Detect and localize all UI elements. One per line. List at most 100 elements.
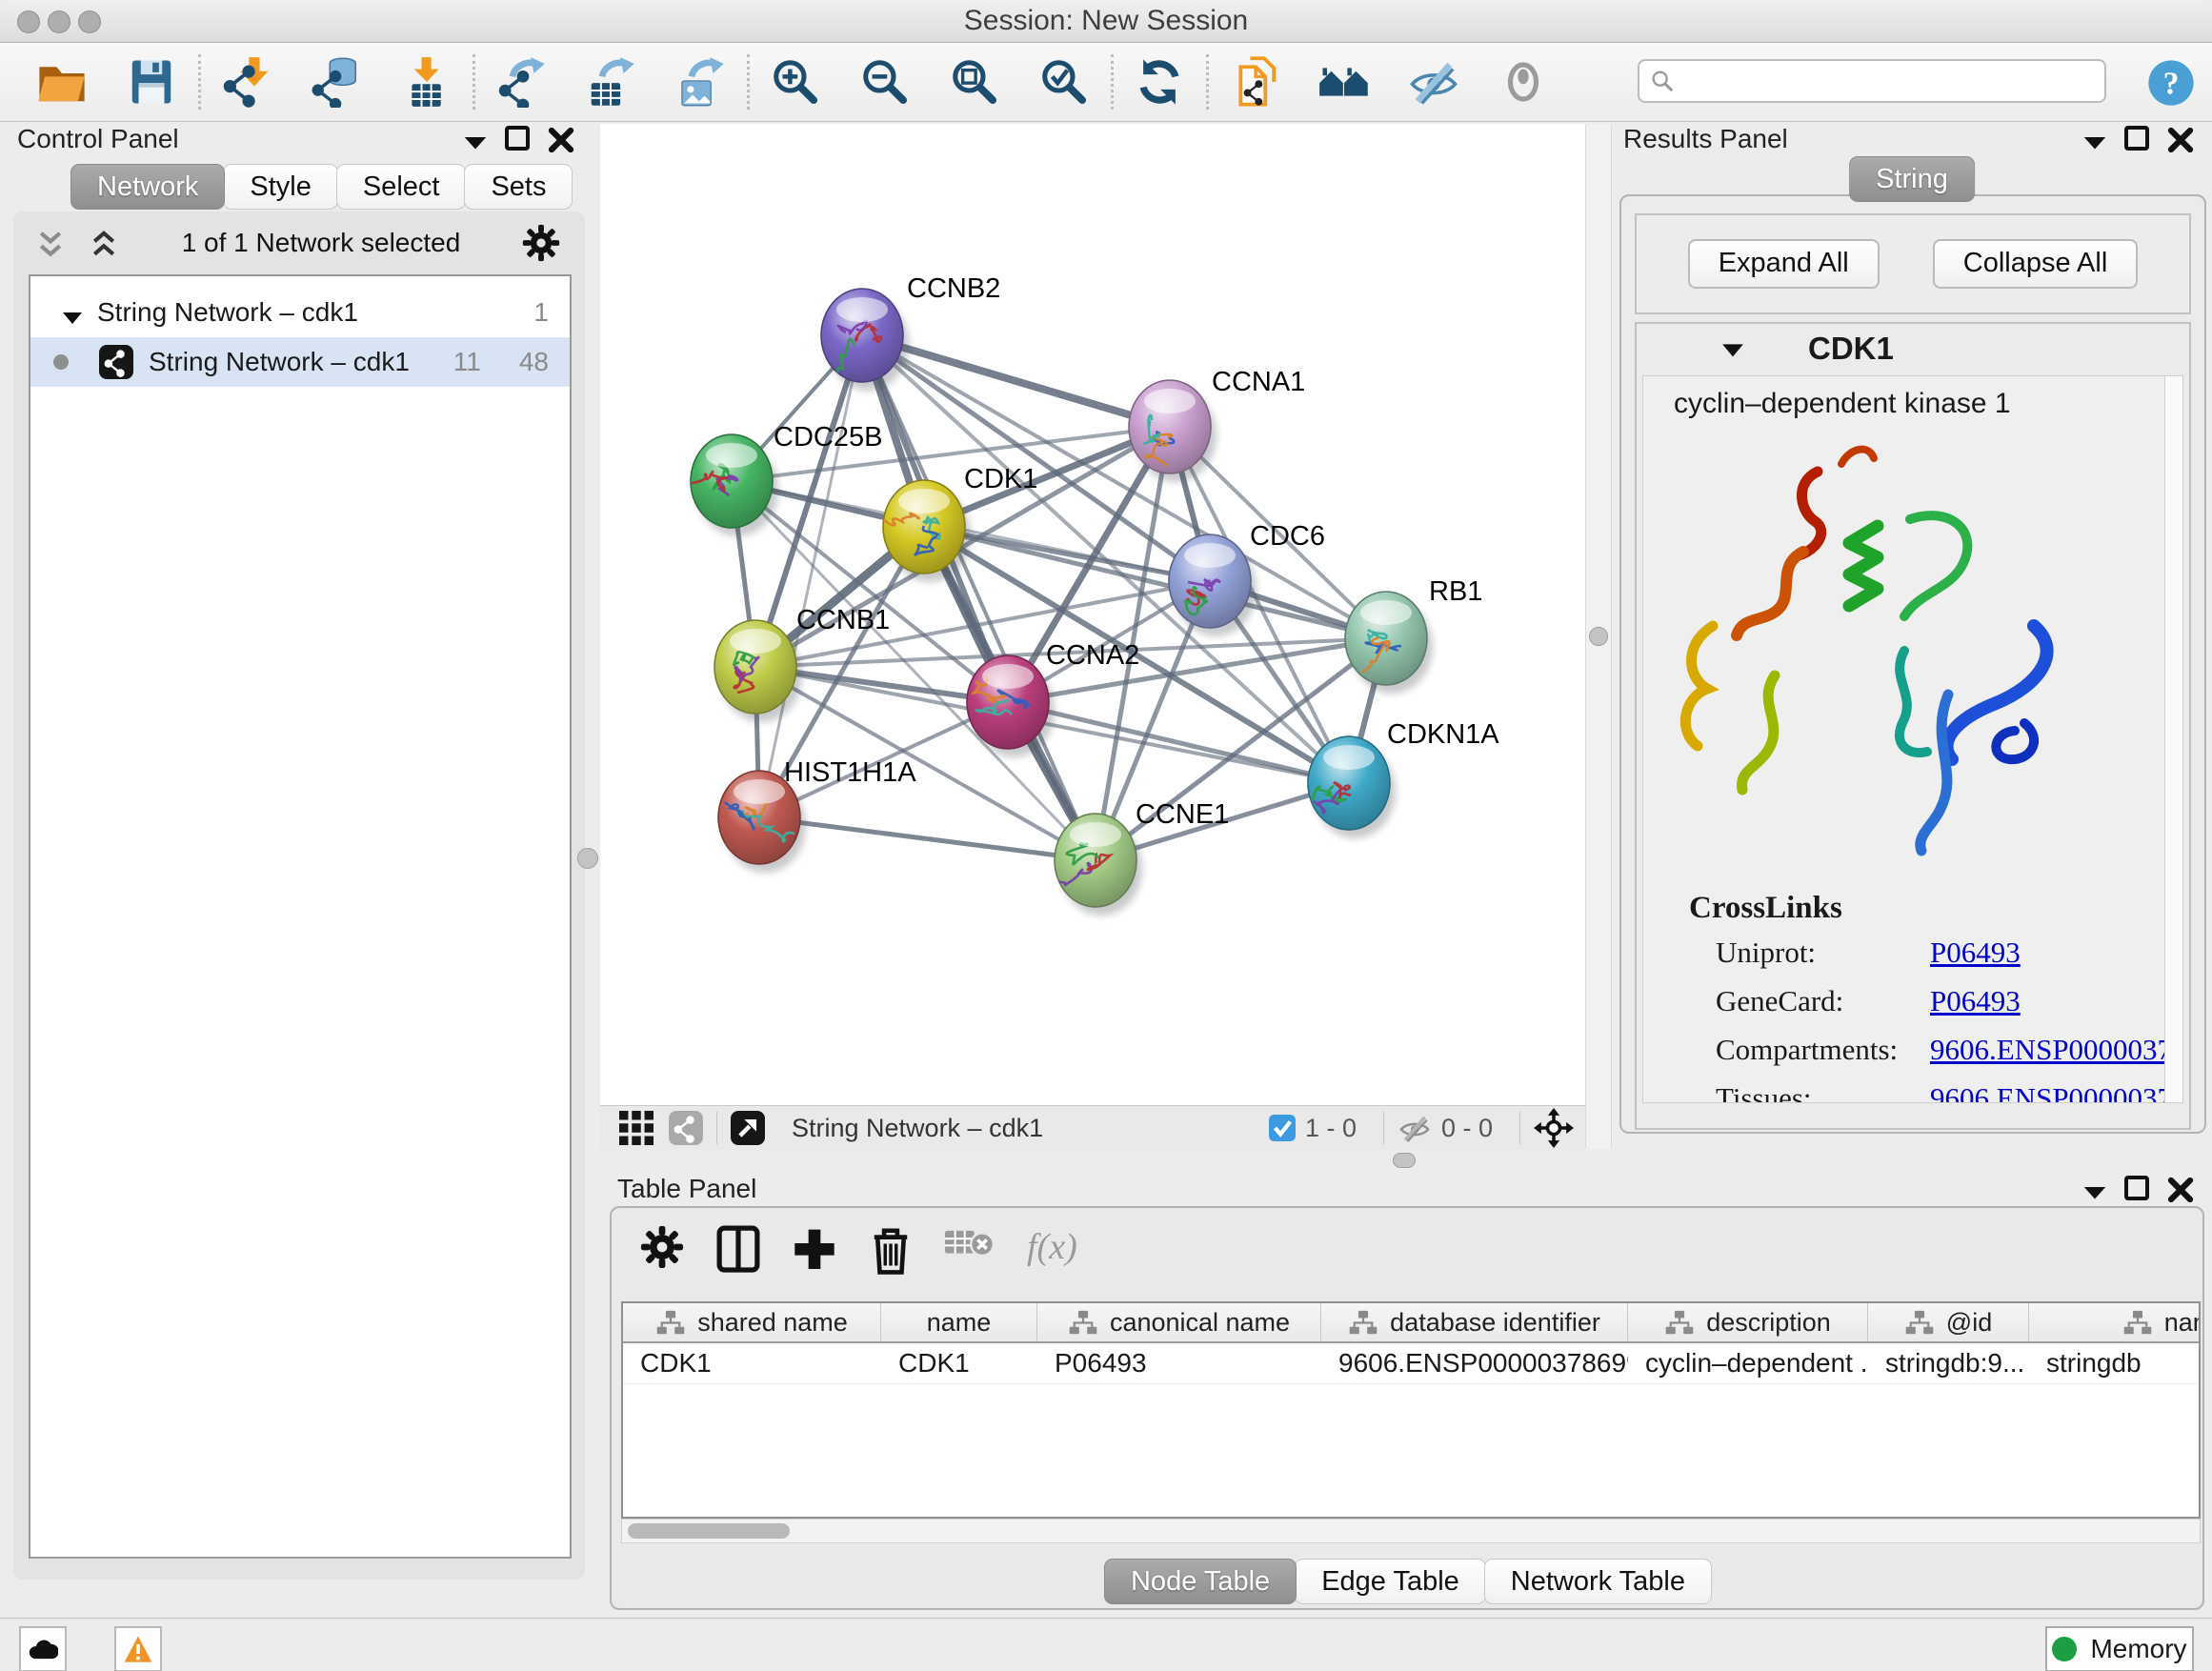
zoom-in-button[interactable] [770,56,821,108]
control-panel-menu-caret-icon[interactable] [461,128,490,156]
cell-canonicalname[interactable]: P06493 [1037,1343,1321,1383]
network-list-item[interactable]: String Network – cdk1 1 [30,288,570,337]
string-protein-query-button[interactable] [1229,56,1280,108]
search-box[interactable] [1638,59,2106,103]
crosslink-link[interactable]: 9606.ENSP00000378699 [1930,1033,2183,1067]
hidden-eye-icon[interactable] [1398,1111,1432,1145]
export-image-button[interactable] [674,56,726,108]
current-network-name: String Network – cdk1 [792,1114,1043,1143]
cell-description[interactable]: cyclin–dependent ... [1628,1343,1868,1383]
crosslink-row: Compartments: 9606.ENSP00000378699 [1689,1033,2183,1067]
table-panel-float-icon[interactable] [2124,1176,2153,1204]
export-network-button[interactable] [495,56,547,108]
selected-nodes-checkbox[interactable] [1269,1115,1296,1141]
export-table-button[interactable] [585,56,636,108]
edge-CCNB2-HIST1H1A[interactable] [759,335,862,817]
refresh-layout-button[interactable] [1134,56,1185,108]
network-list-item[interactable]: String Network – cdk1 11 48 [30,337,570,387]
tab-network[interactable]: Network [70,164,225,210]
collection-caret-icon[interactable] [61,303,84,322]
cell-sharedname[interactable]: CDK1 [623,1343,881,1383]
zoom-selected-button[interactable] [1038,56,1090,108]
table-panel-close-icon[interactable] [2166,1176,2195,1204]
hidden-count: 0 - 0 [1441,1114,1493,1143]
column-header-description[interactable]: description [1628,1303,1868,1341]
node-CCNA2[interactable]: CCNA2 [967,640,1139,757]
table-panel-menu-caret-icon[interactable] [2081,1178,2109,1206]
graphics-details-button[interactable] [1498,56,1549,108]
cell-name[interactable]: CDK1 [881,1343,1037,1383]
crosslink-link[interactable]: P06493 [1930,936,2021,970]
cell-databaseidentifier[interactable]: 9606.ENSP00000378699 [1321,1343,1628,1383]
table-horizontal-scrollbar[interactable] [621,1519,2201,1543]
memory-button[interactable]: Memory [2045,1626,2194,1671]
network-manager-gear-icon[interactable] [522,224,560,262]
network-badge-icon[interactable] [669,1111,703,1145]
table-row[interactable]: CDK1CDK1P064939606.ENSP00000378699cyclin… [623,1343,2199,1384]
collapse-all-button[interactable]: Collapse All [1933,239,2139,289]
node-HIST1H1A[interactable]: HIST1H1A [718,757,916,873]
crosslink-link[interactable]: P06493 [1930,984,2021,1018]
node-CDC25B[interactable]: CDC25B [691,422,882,536]
expand-all-button[interactable]: Expand All [1688,239,1880,289]
import-network-database-button[interactable] [311,56,362,108]
tab-node-table[interactable]: Node Table [1104,1559,1297,1604]
tab-edge-table[interactable]: Edge Table [1295,1559,1486,1604]
import-network-file-button[interactable] [221,56,272,108]
zoom-fit-button[interactable] [949,56,1000,108]
node-CDKN1A[interactable]: CDKN1A [1308,719,1499,838]
add-column-icon[interactable] [793,1225,836,1269]
column-header-canonicalname[interactable]: canonical name [1037,1303,1321,1341]
scrollbar-thumb[interactable] [628,1523,790,1539]
cloud-status-button[interactable] [19,1626,67,1671]
tab-sets[interactable]: Sets [464,164,573,210]
control-panel-tabs: NetworkStyleSelectSets [70,164,571,210]
delete-column-icon[interactable] [869,1225,913,1269]
crosslink-link[interactable]: 9606.ENSP00000378699 [1930,1081,2183,1103]
table-settings-gear-icon[interactable] [640,1225,684,1269]
cdk1-collapse-caret-icon[interactable] [1720,339,1745,358]
cdk1-entry-header[interactable]: CDK1 [1637,324,2189,373]
node-CCNB2[interactable]: CCNB2 [821,273,1000,391]
fit-content-crosshair-icon[interactable] [1534,1108,1574,1148]
control-panel-close-icon[interactable] [547,126,575,154]
control-panel-float-icon[interactable] [505,126,533,154]
tab-style[interactable]: Style [223,164,337,210]
zoom-out-button[interactable] [859,56,911,108]
tab-select[interactable]: Select [336,164,467,210]
results-panel-float-icon[interactable] [2124,126,2153,154]
show-columns-icon[interactable] [716,1225,760,1269]
search-input[interactable] [1683,66,2087,97]
cell-id[interactable]: stringdb:9... [1868,1343,2029,1383]
hide-unhide-button[interactable] [1408,56,1459,108]
column-header-sharedname[interactable]: shared name [623,1303,881,1341]
right-splitter-handle[interactable] [1589,627,1608,646]
birds-eye-view-icon[interactable] [619,1111,654,1145]
results-scrollbar[interactable] [2164,376,2182,1102]
tab-network-table[interactable]: Network Table [1484,1559,1712,1604]
column-header-databaseidentifier[interactable]: database identifier [1321,1303,1628,1341]
tab-string[interactable]: String [1849,156,1975,202]
column-header-id[interactable]: @id [1868,1303,2029,1341]
open-in-new-window-icon[interactable] [731,1111,765,1145]
edge-CCNA2-CDKN1A[interactable] [1008,702,1349,783]
node-CCNA1[interactable]: CCNA1 [1129,367,1305,482]
results-panel-menu-caret-icon[interactable] [2081,128,2109,156]
open-session-button[interactable] [36,56,88,108]
collapse-all-networks-icon[interactable] [88,229,120,257]
edge-HIST1H1A-CCNE1[interactable] [759,817,1096,860]
results-panel-close-icon[interactable] [2166,126,2195,154]
help-button[interactable]: ? [2145,57,2197,109]
node-RB1[interactable]: RB1 [1345,576,1482,694]
column-header-namespace[interactable]: namespace [2029,1303,2201,1341]
column-header-name[interactable]: name [881,1303,1037,1341]
network-canvas[interactable]: CCNB2 CCNA1 CDC25B CDK1 CDC6 RB1 CCNB1 C… [600,124,1585,1105]
table-panel-title: Table Panel [617,1174,756,1204]
import-table-button[interactable] [400,56,452,108]
warnings-button[interactable] [114,1626,162,1671]
expand-all-networks-icon[interactable] [34,229,67,257]
save-session-button[interactable] [126,56,177,108]
home-button[interactable] [1318,56,1370,108]
left-splitter-handle[interactable] [577,848,598,869]
cell-namespace[interactable]: stringdb [2029,1343,2201,1383]
